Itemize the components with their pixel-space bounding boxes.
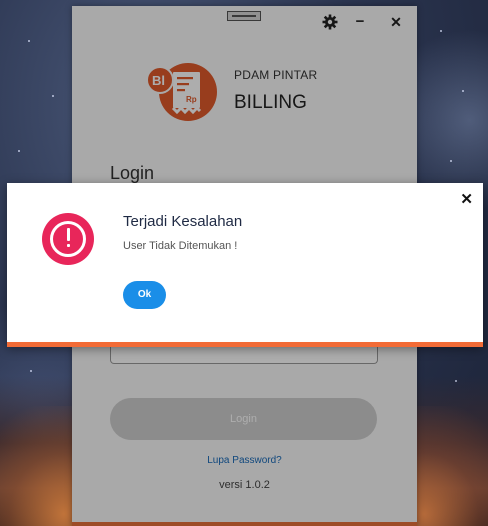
error-dialog: ✕ Terjadi Kesalahan User Tidak Ditemukan… [7,183,483,347]
error-icon [42,213,94,265]
star [28,40,30,42]
dialog-title: Terjadi Kesalahan [123,213,243,230]
star [462,90,464,92]
dialog-close-button[interactable]: ✕ [460,192,473,207]
star [440,30,442,32]
star [52,95,54,97]
star [30,370,32,372]
star [18,150,20,152]
star [450,160,452,162]
dialog-message: User Tidak Ditemukan ! [123,240,238,252]
ok-button[interactable]: Ok [123,281,166,309]
